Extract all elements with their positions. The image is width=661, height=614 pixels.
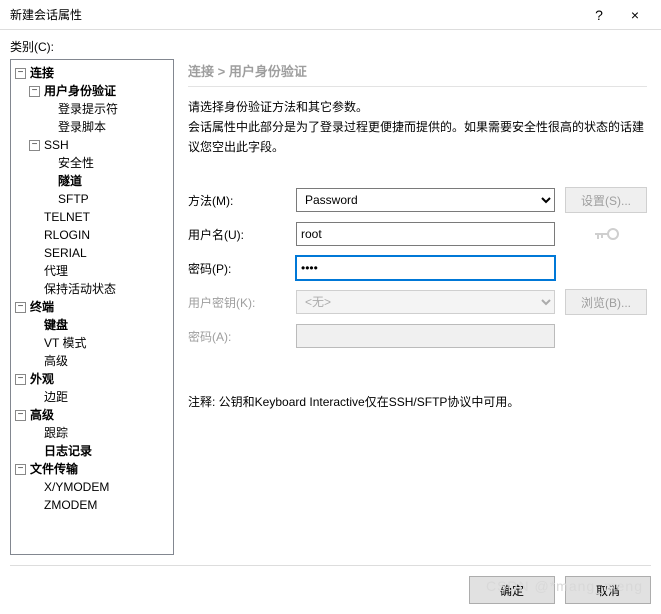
ok-button[interactable]: 确定 [469,576,555,604]
tree-ssh[interactable]: SSH [42,136,71,154]
tree-proxy[interactable]: 代理 [42,262,70,280]
dialog-footer: 确定 取消 [10,565,651,604]
tree-zmodem[interactable]: ZMODEM [42,496,99,514]
description: 请选择身份验证方法和其它参数。 会话属性中此部分是为了登录过程更便捷而提供的。如… [188,97,647,157]
method-select[interactable]: Password [296,188,555,212]
help-button[interactable]: ? [581,1,617,29]
tree-logging[interactable]: 日志记录 [42,442,94,460]
tree-margin[interactable]: 边距 [42,388,70,406]
titlebar: 新建会话属性 ? × [0,0,661,30]
password-input[interactable] [296,256,555,280]
category-label: 类别(C): [10,38,651,55]
tree-tunnel[interactable]: 隧道 [56,172,84,190]
tree-xymodem[interactable]: X/YMODEM [42,478,111,496]
tree-terminal[interactable]: 终端 [28,298,56,316]
tree-keyboard[interactable]: 键盘 [42,316,70,334]
tree-connection[interactable]: 连接 [28,64,56,82]
tree-appearance[interactable]: 外观 [28,370,56,388]
collapse-icon[interactable]: − [15,374,26,385]
method-label: 方法(M): [188,192,296,209]
settings-button[interactable]: 设置(S)... [565,187,647,213]
key-icon [565,221,647,247]
tree-keepalive[interactable]: 保持活动状态 [42,280,118,298]
cancel-button[interactable]: 取消 [565,576,651,604]
password-label: 密码(P): [188,260,296,277]
right-panel: 连接 > 用户身份验证 请选择身份验证方法和其它参数。 会话属性中此部分是为了登… [184,59,651,555]
collapse-icon[interactable]: − [15,464,26,475]
tree-auth[interactable]: 用户身份验证 [42,82,118,100]
breadcrumb: 连接 > 用户身份验证 [188,61,647,87]
userkey-select: <无> [296,290,555,314]
username-input[interactable] [296,222,555,246]
tree-telnet[interactable]: TELNET [42,208,92,226]
note-text: 注释: 公钥和Keyboard Interactive仅在SSH/SFTP协议中… [188,393,647,410]
tree-sftp[interactable]: SFTP [56,190,91,208]
username-label: 用户名(U): [188,226,296,243]
browse-button[interactable]: 浏览(B)... [565,289,647,315]
tree-advanced[interactable]: 高级 [28,406,56,424]
collapse-icon[interactable]: − [15,410,26,421]
close-button[interactable]: × [617,1,653,29]
tree-trace[interactable]: 跟踪 [42,424,70,442]
collapse-icon[interactable]: − [29,140,40,151]
category-tree[interactable]: −连接 −用户身份验证 登录提示符 登录脚本 −SSH [10,59,174,555]
tree-serial[interactable]: SERIAL [42,244,89,262]
window-title: 新建会话属性 [10,6,581,23]
collapse-icon[interactable]: − [29,86,40,97]
tree-vtmode[interactable]: VT 模式 [42,334,88,352]
tree-login-script[interactable]: 登录脚本 [56,118,108,136]
collapse-icon[interactable]: − [15,302,26,313]
tree-adv-term[interactable]: 高级 [42,352,70,370]
tree-rlogin[interactable]: RLOGIN [42,226,92,244]
tree-security[interactable]: 安全性 [56,154,96,172]
passphrase-label: 密码(A): [188,328,296,345]
passphrase-input [296,324,555,348]
collapse-icon[interactable]: − [15,68,26,79]
tree-login-prompt[interactable]: 登录提示符 [56,100,120,118]
tree-filetransfer[interactable]: 文件传输 [28,460,80,478]
userkey-label: 用户密钥(K): [188,294,296,311]
